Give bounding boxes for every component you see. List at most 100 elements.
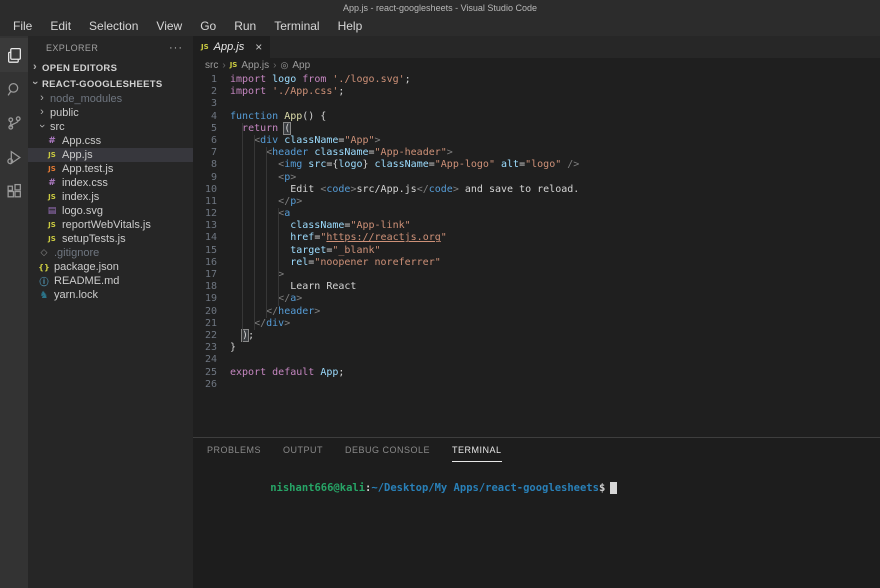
code-editor[interactable]: 1import logo from './logo.svg';2import '… bbox=[193, 72, 880, 437]
line-number: 17 bbox=[193, 269, 217, 281]
chevron-right-icon: › bbox=[38, 92, 46, 104]
line-number: 9 bbox=[193, 172, 217, 184]
menu-item-file[interactable]: File bbox=[4, 17, 41, 35]
code-line-4: 4function App() { bbox=[193, 111, 880, 123]
tree-item-app-css[interactable]: #App.css bbox=[28, 134, 193, 148]
tab-appjs[interactable]: JS App.js × bbox=[193, 36, 270, 58]
menu-item-view[interactable]: View bbox=[147, 17, 191, 35]
line-number: 16 bbox=[193, 257, 217, 269]
yarn-file-icon: ♞ bbox=[38, 290, 50, 301]
menu-item-go[interactable]: Go bbox=[191, 17, 225, 35]
menu-item-run[interactable]: Run bbox=[225, 17, 265, 35]
tree-item-logo-svg[interactable]: ▤logo.svg bbox=[28, 204, 193, 218]
section-label: OPEN EDITORS bbox=[42, 63, 117, 74]
panel-tab-bar: PROBLEMS OUTPUT DEBUG CONSOLE TERMINAL bbox=[193, 438, 880, 462]
breadcrumb-src[interactable]: src bbox=[205, 60, 218, 71]
section-label: REACT-GOOGLESHEETS bbox=[42, 79, 162, 90]
tree-item-index-css[interactable]: #index.css bbox=[28, 176, 193, 190]
tree-item-label: .gitignore bbox=[54, 247, 99, 259]
code-line-10: 10 Edit <code>src/App.js</code> and save… bbox=[193, 184, 880, 196]
menu-item-terminal[interactable]: Terminal bbox=[265, 17, 328, 35]
code-line-24: 24 bbox=[193, 354, 880, 366]
info-file-icon: ⓘ bbox=[38, 275, 50, 288]
sidebar-header: EXPLORER ··· bbox=[28, 36, 193, 60]
editor-group: JS App.js × src › JS App.js › ◎ App 1imp… bbox=[193, 36, 880, 588]
code-line-21: 21 </div> bbox=[193, 318, 880, 330]
tree-item-label: reportWebVitals.js bbox=[62, 219, 151, 231]
menu-item-help[interactable]: Help bbox=[329, 17, 372, 35]
terminal-path: ~/Desktop/My Apps/react-googlesheets bbox=[371, 482, 599, 494]
tree-item-label: node_modules bbox=[50, 93, 122, 105]
git-file-icon: ◇ bbox=[38, 248, 50, 258]
tree-item-app-test-js[interactable]: JS App.test.js bbox=[28, 162, 193, 176]
line-number: 25 bbox=[193, 367, 217, 379]
js-file-icon: JS bbox=[230, 61, 238, 69]
code-line-17: 17 > bbox=[193, 269, 880, 281]
tree-item-label: README.md bbox=[54, 275, 119, 287]
js-file-icon: JS bbox=[46, 151, 58, 159]
panel-tab-terminal[interactable]: TERMINAL bbox=[452, 438, 502, 462]
file-tree: › node_modules›public›src#App.cssJSApp.js… bbox=[28, 92, 193, 302]
activity-bar bbox=[0, 36, 28, 588]
extensions-icon[interactable] bbox=[0, 174, 28, 208]
menu-item-edit[interactable]: Edit bbox=[41, 17, 80, 35]
tree-item-label: index.js bbox=[62, 191, 99, 203]
code-line-6: 6 <div className="App"> bbox=[193, 135, 880, 147]
tree-item-label: setupTests.js bbox=[62, 233, 126, 245]
tree-item-node-modules[interactable]: › node_modules bbox=[28, 92, 193, 106]
line-number: 4 bbox=[193, 111, 217, 123]
panel-tab-debug-console[interactable]: DEBUG CONSOLE bbox=[345, 438, 430, 462]
menubar: FileEditSelectionViewGoRunTerminalHelp bbox=[0, 15, 880, 36]
code-line-25: 25export default App; bbox=[193, 367, 880, 379]
line-number: 15 bbox=[193, 245, 217, 257]
tree-item-app-js[interactable]: JSApp.js bbox=[28, 148, 193, 162]
panel-tab-output[interactable]: OUTPUT bbox=[283, 438, 323, 462]
breadcrumb[interactable]: src › JS App.js › ◎ App bbox=[193, 58, 880, 72]
indent-guide bbox=[242, 123, 243, 343]
indent-guide bbox=[254, 135, 255, 330]
breadcrumb-symbol[interactable]: App bbox=[292, 60, 310, 71]
symbol-icon: ◎ bbox=[280, 60, 288, 71]
tree-item-label: public bbox=[50, 107, 79, 119]
code-line-5: 5 return ( bbox=[193, 123, 880, 135]
svg-file-icon: ▤ bbox=[46, 206, 58, 216]
code-line-19: 19 </a> bbox=[193, 293, 880, 305]
panel-tab-problems[interactable]: PROBLEMS bbox=[207, 438, 261, 462]
close-tab-icon[interactable]: × bbox=[255, 40, 262, 54]
line-number: 11 bbox=[193, 196, 217, 208]
tree-item-public[interactable]: ›public bbox=[28, 106, 193, 120]
tree-item-yarn-lock[interactable]: ♞yarn.lock bbox=[28, 288, 193, 302]
code-line-13: 13 className="App-link" bbox=[193, 220, 880, 232]
sidebar-title: EXPLORER bbox=[46, 43, 98, 53]
line-number: 18 bbox=[193, 281, 217, 293]
line-number: 5 bbox=[193, 123, 217, 135]
terminal[interactable]: nishant666@kali:~/Desktop/My Apps/react-… bbox=[193, 462, 880, 506]
source-control-icon[interactable] bbox=[0, 106, 28, 140]
open-editors-section[interactable]: › OPEN EDITORS bbox=[28, 60, 193, 76]
tree-item-readme-md[interactable]: ⓘ README.md bbox=[28, 274, 193, 288]
tree-item-setuptests-js[interactable]: JSsetupTests.js bbox=[28, 232, 193, 246]
tree-item--gitignore[interactable]: ◇ .gitignore bbox=[28, 246, 193, 260]
js-file-icon: JS bbox=[201, 43, 209, 51]
tree-item-label: App.test.js bbox=[62, 163, 113, 175]
window-title: App.js - react-googlesheets - Visual Stu… bbox=[343, 3, 537, 13]
bottom-panel: PROBLEMS OUTPUT DEBUG CONSOLE TERMINAL nish… bbox=[193, 437, 880, 588]
tree-item-reportwebvitals-js[interactable]: JSreportWebVitals.js bbox=[28, 218, 193, 232]
more-actions-icon[interactable]: ··· bbox=[169, 42, 183, 54]
search-icon[interactable] bbox=[0, 72, 28, 106]
chevron-right-icon: › bbox=[222, 60, 225, 71]
code-line-8: 8 <img src={logo} className="App-logo" a… bbox=[193, 159, 880, 171]
js-test-file-icon: JS bbox=[46, 165, 58, 173]
tree-item-src[interactable]: ›src bbox=[28, 120, 193, 134]
run-debug-icon[interactable] bbox=[0, 140, 28, 174]
tree-item-index-js[interactable]: JSindex.js bbox=[28, 190, 193, 204]
tree-item-label: index.css bbox=[62, 177, 108, 189]
line-number: 12 bbox=[193, 208, 217, 220]
project-root-section[interactable]: › REACT-GOOGLESHEETS bbox=[28, 76, 193, 92]
breadcrumb-file[interactable]: App.js bbox=[241, 60, 269, 71]
line-number: 21 bbox=[193, 318, 217, 330]
explorer-icon[interactable] bbox=[0, 38, 28, 72]
line-number: 3 bbox=[193, 98, 217, 110]
menu-item-selection[interactable]: Selection bbox=[80, 17, 147, 35]
tree-item-package-json[interactable]: {}package.json bbox=[28, 260, 193, 274]
